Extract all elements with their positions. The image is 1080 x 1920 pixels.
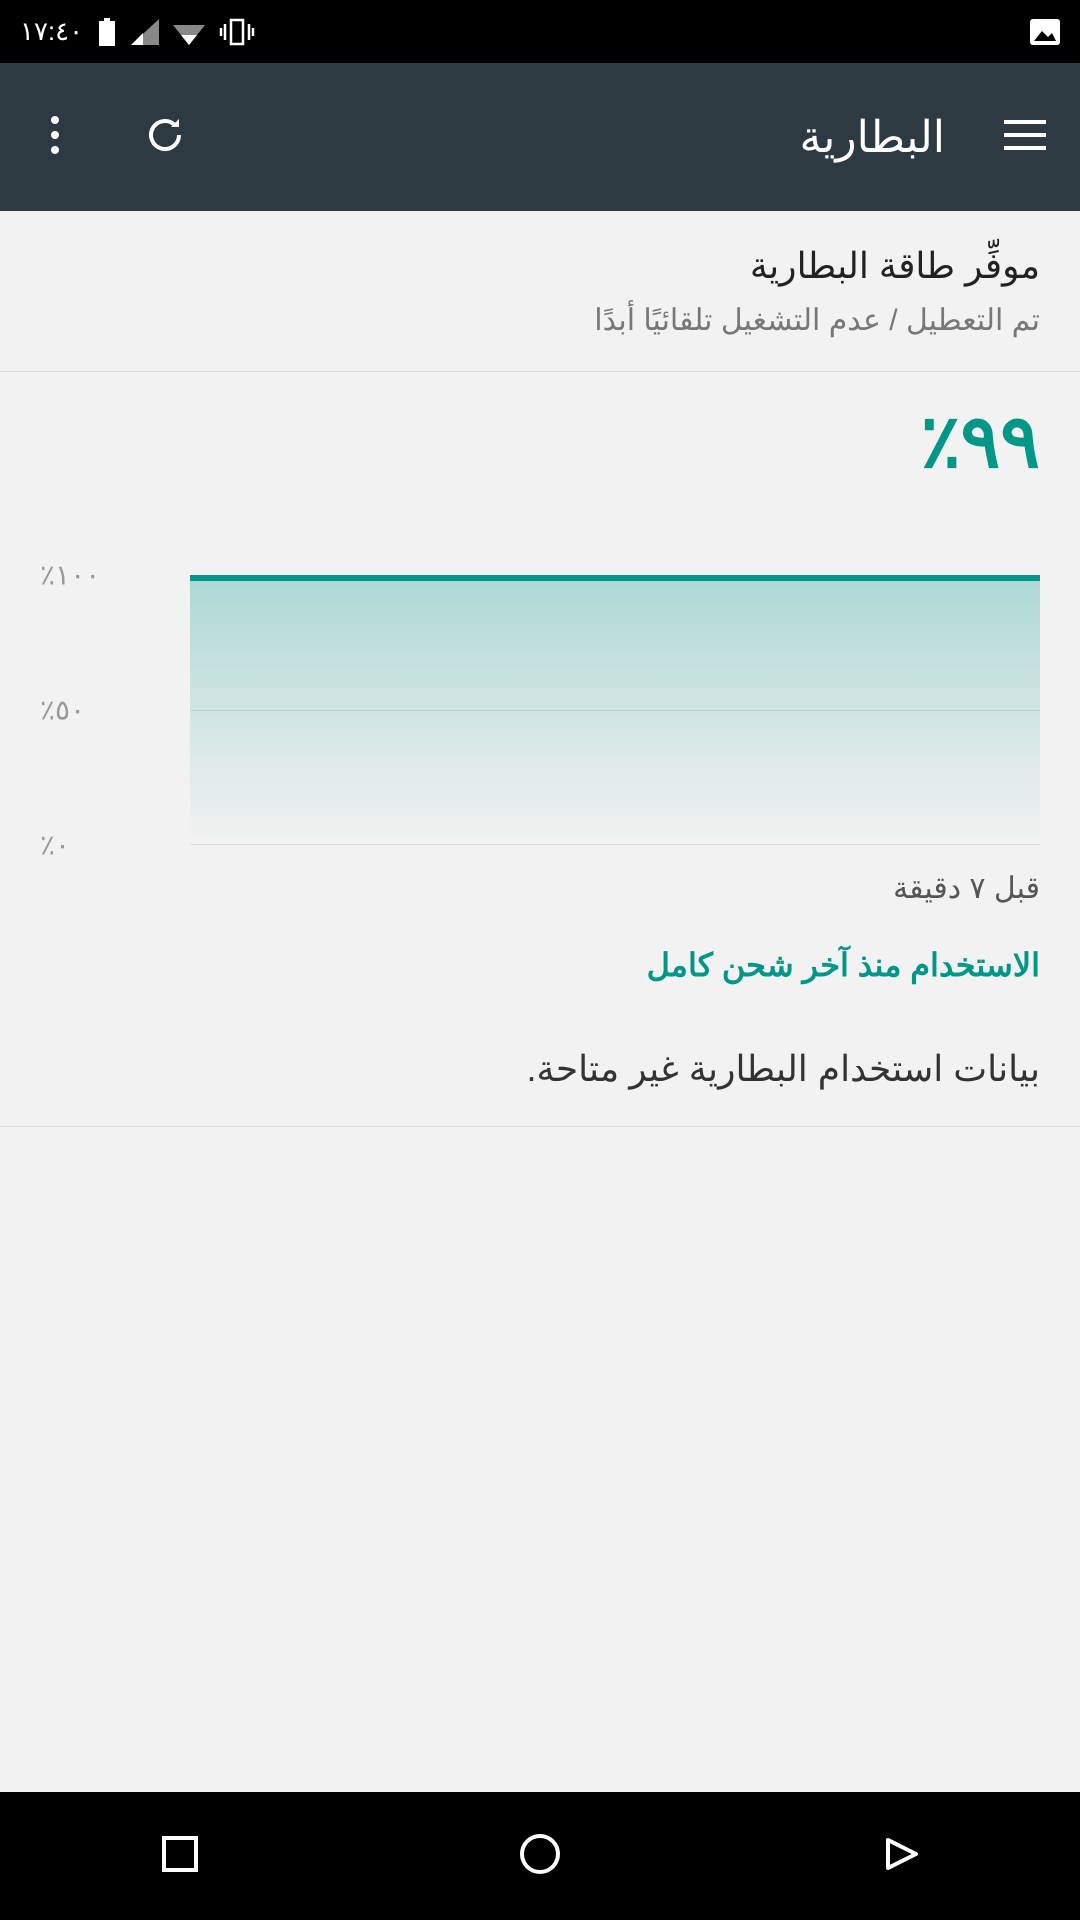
- battery-saver-title: موفِّر طاقة البطارية: [40, 239, 1040, 293]
- chart-time-label: قبل ٧ دقيقة: [0, 853, 1080, 906]
- cell-signal-icon: [131, 19, 159, 45]
- app-bar: البطارية: [0, 63, 1080, 211]
- status-time: ١٧:٤٠: [20, 16, 83, 47]
- usage-no-data-text: بيانات استخدام البطارية غير متاحة.: [0, 994, 1080, 1127]
- refresh-button[interactable]: [135, 107, 195, 167]
- hamburger-icon: [1004, 120, 1046, 155]
- battery-percent-value: ٩٩٪: [40, 398, 1040, 487]
- wifi-icon: [173, 19, 205, 45]
- nav-recent-button[interactable]: [140, 1816, 220, 1896]
- usage-heading: الاستخدام منذ آخر شحن كامل: [0, 906, 1080, 994]
- vibrate-icon: [219, 18, 255, 46]
- menu-button[interactable]: [995, 107, 1055, 167]
- square-icon: [160, 1834, 200, 1879]
- picture-icon: [1030, 19, 1060, 45]
- battery-percent-row[interactable]: ٩٩٪: [0, 372, 1080, 515]
- status-bar: ١٧:٤٠: [0, 0, 1080, 63]
- battery-level-fill: [190, 581, 1040, 845]
- triangle-back-icon: [878, 1832, 922, 1881]
- battery-saver-subtitle: تم التعطيل / عدم التشغيل تلقائيًا أبدًا: [40, 297, 1040, 345]
- refresh-icon: [143, 113, 187, 162]
- overflow-button[interactable]: [25, 107, 85, 167]
- chart-plot-area: [190, 575, 1040, 845]
- nav-back-button[interactable]: [860, 1816, 940, 1896]
- battery-percent-subtitle: [40, 487, 1040, 515]
- content-area: موفِّر طاقة البطارية تم التعطيل / عدم ال…: [0, 211, 1080, 1792]
- y-axis-label-0: ٪٠: [40, 828, 70, 861]
- battery-chart[interactable]: ٪١٠٠ ٪٥٠ ٪٠: [0, 515, 1080, 853]
- more-vert-icon: [50, 115, 60, 160]
- navigation-bar: [0, 1792, 1080, 1920]
- battery-icon: [97, 18, 117, 46]
- circle-icon: [518, 1832, 562, 1881]
- page-title: البطارية: [800, 112, 946, 163]
- y-axis-label-100: ٪١٠٠: [40, 558, 100, 591]
- battery-saver-row[interactable]: موفِّر طاقة البطارية تم التعطيل / عدم ال…: [0, 211, 1080, 372]
- y-axis-label-50: ٪٥٠: [40, 693, 85, 726]
- nav-home-button[interactable]: [500, 1816, 580, 1896]
